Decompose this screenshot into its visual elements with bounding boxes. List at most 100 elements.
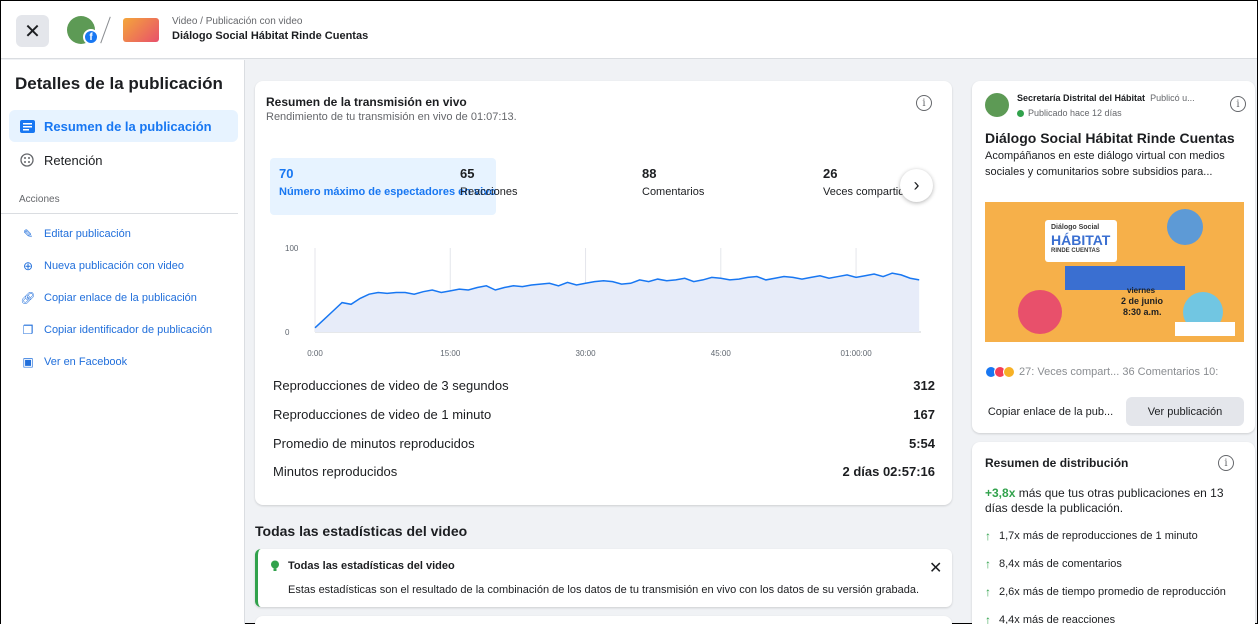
stat-label: Reproducciones de video de 3 segundos: [273, 378, 509, 393]
metric-value: 26: [823, 166, 838, 181]
close-button[interactable]: ✕: [16, 15, 49, 47]
post-image-art: [985, 202, 1244, 342]
stat-label: Reproducciones de video de 1 minuto: [273, 407, 492, 422]
list-item: ↑ 8,4x más de comentarios: [985, 557, 1122, 571]
action-label: Copiar enlace de la publicación: [44, 292, 197, 304]
list-item-text: 4,4x más de reacciones: [999, 614, 1116, 624]
info-icon[interactable]: i: [1218, 455, 1234, 471]
view-on-facebook-link[interactable]: ▣ Ver en Facebook: [21, 355, 127, 369]
page-name[interactable]: Secretaría Distrital del Hábitat: [1017, 93, 1145, 103]
metric-label: Veces compartido: [823, 186, 903, 198]
live-summary-card: Resumen de la transmisión en vivo Rendim…: [255, 81, 952, 505]
y-tick-label: 0: [285, 328, 290, 337]
viewers-chart: 0 100 0:00 15:00 30:00 45:00 01:00:00: [285, 244, 921, 358]
copy-icon: ❐: [22, 323, 34, 337]
next-card: [255, 616, 952, 624]
close-icon: ✕: [24, 20, 41, 43]
list-item-text: 1,7x más de reproducciones de 1 minuto: [999, 530, 1198, 542]
sidebar-item-label: Resumen de la publicación: [44, 118, 212, 134]
card-title: Resumen de la transmisión en vivo: [266, 95, 467, 109]
metric-shares[interactable]: 26 Veces compartido: [823, 166, 903, 198]
copy-post-id-link[interactable]: ❐ Copiar identificador de publicación: [21, 323, 213, 337]
metric-label: Comentarios: [642, 186, 705, 198]
pencil-icon: ✎: [22, 227, 34, 241]
avatar[interactable]: [985, 93, 1009, 117]
post-image[interactable]: Diálogo Social HÁBITAT RINDE CUENTAS vie…: [985, 202, 1244, 342]
metric-value: 88: [642, 166, 657, 181]
metric-comments[interactable]: 88 Comentarios: [642, 166, 704, 198]
post-title: Diálogo Social Hábitat Rinde Cuentas: [985, 130, 1235, 146]
breadcrumb: Video / Publicación con video: [172, 16, 303, 27]
sidebar-item-retencion[interactable]: Retención: [9, 144, 238, 176]
copy-post-link[interactable]: 🔗︎ Copiar enlace de la publicación: [20, 291, 197, 305]
action-label: Ver en Facebook: [44, 356, 128, 368]
status-dot-icon: [1017, 109, 1024, 117]
stats-tip-banner: Todas las estadísticas del video Estas e…: [255, 549, 952, 607]
view-post-button[interactable]: Ver publicación: [1126, 397, 1244, 426]
top-bar: ✕ f Video / Publicación con video Diálog…: [1, 1, 1257, 59]
distribution-multiplier: +3,8x: [985, 486, 1016, 500]
comments-count: 36 Comentarios 10:: [1122, 366, 1219, 378]
distribution-lead: +3,8x más que tus otras publicaciones en…: [985, 486, 1247, 516]
tip-title: Todas las estadísticas del video: [288, 560, 455, 572]
divider: [1, 213, 238, 214]
published-by: Publicó u...: [1150, 93, 1195, 103]
retention-icon: [19, 152, 35, 168]
list-item-text: 8,4x más de comentarios: [999, 558, 1122, 570]
image-text: HÁBITAT: [1051, 232, 1111, 248]
link-icon: 🔗︎: [20, 291, 36, 305]
stat-row: Minutos reproducidos 2 días 02:57:16: [273, 464, 935, 479]
next-metrics-button[interactable]: ›: [900, 169, 933, 202]
chevron-right-icon: ›: [913, 175, 920, 195]
post-description: Acompáñanos en este diálogo virtual con …: [985, 150, 1225, 178]
post-engagement-row: 27: Veces compart... 36 Comentarios 10:: [985, 366, 1218, 378]
distribution-lead-text: más que tus otras publicaciones en 13 dí…: [985, 486, 1224, 515]
action-label: Copiar identificador de publicación: [44, 324, 213, 336]
stat-label: Minutos reproducidos: [273, 464, 398, 479]
x-tick-label: 30:00: [576, 349, 597, 358]
page-title: Diálogo Social Hábitat Rinde Cuentas: [172, 30, 369, 42]
metric-reactions[interactable]: 65 Reacciones: [460, 166, 517, 198]
stat-value: 2 días 02:57:16: [842, 464, 935, 479]
video-thumbnail[interactable]: [123, 18, 159, 42]
arrow-up-icon: ↑: [985, 585, 991, 599]
metric-label: Reacciones: [460, 186, 518, 198]
new-video-post-link[interactable]: ⊕ Nueva publicación con video: [21, 259, 184, 273]
facebook-icon: f: [83, 29, 99, 45]
list-item: ↑ 1,7x más de reproducciones de 1 minuto: [985, 529, 1198, 543]
status-badge: Publicado hace 12 días: [1017, 108, 1122, 118]
info-icon[interactable]: i: [1230, 96, 1246, 112]
card-title: Resumen de distribución: [985, 456, 1129, 470]
info-icon[interactable]: i: [916, 95, 932, 111]
stat-value: 5:54: [908, 436, 935, 451]
copy-link-button[interactable]: Copiar enlace de la pub...: [985, 397, 1116, 426]
image-text: RINDE CUENTAS: [1051, 248, 1100, 254]
sidebar-title: Detalles de la publicación: [15, 74, 223, 93]
post-page-name: Secretaría Distrital del Hábitat Publicó…: [1017, 93, 1195, 103]
close-icon[interactable]: ✕: [929, 558, 942, 578]
distribution-card: Resumen de distribución i +3,8x más que …: [972, 442, 1255, 624]
arrow-up-icon: ↑: [985, 613, 991, 624]
actions-heading: Acciones: [19, 194, 60, 205]
edit-post-link[interactable]: ✎ Editar publicación: [21, 227, 131, 241]
series-area: [315, 273, 920, 332]
haha-icon: [1003, 366, 1015, 378]
sidebar-item-resumen[interactable]: Resumen de la publicación: [9, 110, 238, 142]
shares-count: Veces compart...: [1037, 366, 1120, 378]
image-text: 2 de junio: [1121, 296, 1164, 306]
arrow-up-icon: ↑: [985, 557, 991, 571]
breadcrumb-separator: [100, 16, 111, 44]
x-tick-label: 45:00: [711, 349, 732, 358]
stat-row: Promedio de minutos reproducidos 5:54: [273, 436, 935, 451]
tip-body: Estas estadísticas son el resultado de l…: [288, 584, 920, 596]
lightbulb-icon: [271, 560, 279, 571]
stat-value: 167: [913, 407, 935, 422]
sidebar-item-label: Retención: [44, 152, 103, 168]
list-icon: [19, 118, 35, 134]
metric-value: 65: [460, 166, 475, 181]
image-text: Diálogo Social: [1051, 224, 1100, 231]
facebook-window-icon: ▣: [22, 355, 34, 369]
post-preview-card: Secretaría Distrital del Hábitat Publicó…: [972, 81, 1255, 433]
list-item: ↑ 4,4x más de reacciones: [985, 613, 1115, 624]
stat-row: Reproducciones de video de 3 segundos 31…: [273, 378, 935, 393]
